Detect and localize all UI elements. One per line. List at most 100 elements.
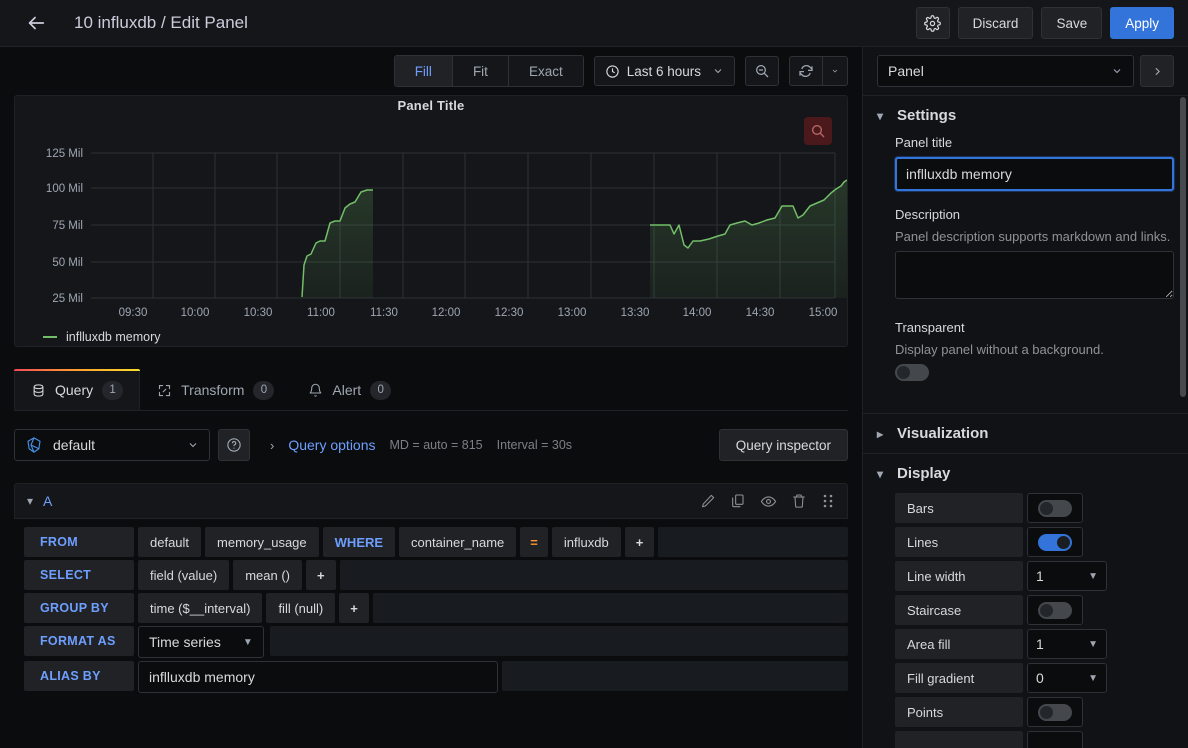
options-pane: Panel ▾ Settings Panel title inflluxdb m… (862, 47, 1188, 748)
bars-toggle-wrap[interactable] (1027, 493, 1083, 523)
back-button[interactable] (20, 7, 52, 39)
panel-type-selector[interactable]: Panel (877, 55, 1134, 87)
line-width-select[interactable]: 1 ▼ (1027, 561, 1107, 591)
lines-toggle[interactable] (1038, 533, 1072, 551)
chart-area[interactable]: 125 Mil 100 Mil 75 Mil 50 Mil 25 Mil (15, 115, 847, 305)
display-row-fill-gradient: Fill gradient 0 ▼ (895, 663, 1174, 693)
format-as-label: FORMAT AS (24, 626, 134, 656)
zoom-out-button[interactable] (745, 56, 779, 86)
section-visualization-header[interactable]: ▸ Visualization (863, 413, 1188, 453)
clock-icon (606, 64, 619, 78)
collapse-options-button[interactable] (1140, 55, 1174, 87)
group-by-label: GROUP BY (24, 593, 134, 623)
format-as-select[interactable]: Time series ▼ (138, 626, 264, 658)
datasource-label: default (53, 437, 96, 453)
tab-alert[interactable]: Alert 0 (291, 369, 408, 410)
discard-button[interactable]: Discard (957, 7, 1034, 39)
panel-title-field-block: Panel title (895, 135, 1174, 191)
where-tag-key-segment[interactable]: container_name (399, 527, 517, 557)
group-by-time-segment[interactable]: time ($__interval) (138, 593, 263, 623)
where-operator-segment[interactable]: = (520, 527, 548, 557)
panel-title-input[interactable] (895, 157, 1174, 191)
query-row-from: FROM default memory_usage WHERE containe… (24, 527, 848, 557)
section-display-header[interactable]: ▾ Display (863, 453, 1188, 493)
line-width-label: Line width (895, 561, 1023, 591)
query-row-select: SELECT field (value) mean () + (24, 560, 848, 590)
query-options-bar[interactable]: › Query options MD = auto = 815 Interval… (258, 429, 711, 461)
svg-text:25 Mil: 25 Mil (52, 293, 83, 305)
size-exact-button[interactable]: Exact (508, 56, 583, 86)
select-add-button[interactable]: + (306, 560, 336, 590)
question-circle-icon (227, 438, 241, 452)
tab-transform[interactable]: Transform 0 (140, 369, 291, 410)
staircase-toggle[interactable] (1038, 601, 1072, 619)
staircase-toggle-wrap[interactable] (1027, 595, 1083, 625)
caret-down-icon: ▼ (1088, 638, 1098, 650)
query-hide-button[interactable] (760, 493, 777, 510)
chevron-down-icon (189, 443, 197, 448)
apply-button[interactable]: Apply (1110, 7, 1174, 39)
lines-toggle-wrap[interactable] (1027, 527, 1083, 557)
visualization-toolbar: Fill Fit Exact Last 6 hours (0, 47, 862, 95)
refresh-interval-dropdown[interactable] (822, 56, 848, 86)
transparent-toggle[interactable] (895, 364, 929, 381)
fill-gradient-select[interactable]: 0 ▼ (1027, 663, 1107, 693)
gear-icon (924, 14, 941, 32)
where-add-button[interactable]: + (624, 527, 655, 557)
top-bar: 10 influxdb / Edit Panel Discard Save Ap… (0, 0, 1188, 47)
tab-transform-badge: 0 (253, 380, 275, 400)
description-field-hint: Panel description supports markdown and … (895, 229, 1171, 244)
select-agg-segment[interactable]: mean () (233, 560, 302, 590)
from-policy-segment[interactable]: default (138, 527, 202, 557)
query-editor-header: ▾ A (14, 483, 848, 519)
points-toggle-wrap[interactable] (1027, 697, 1083, 727)
tab-query[interactable]: Query 1 (14, 369, 141, 410)
query-inspector-button[interactable]: Query inspector (718, 429, 848, 461)
query-delete-button[interactable] (791, 493, 807, 509)
refresh-icon (799, 65, 813, 77)
query-options-link[interactable]: Query options (288, 437, 375, 453)
query-drag-handle[interactable] (821, 493, 835, 509)
line-width-value: 1 (1036, 568, 1044, 584)
caret-down-icon: ▼ (1088, 672, 1098, 684)
options-scrollbar-thumb[interactable] (1180, 97, 1186, 397)
description-field-label: Description (895, 207, 961, 222)
svg-text:125 Mil: 125 Mil (46, 148, 83, 160)
refresh-group (789, 56, 848, 86)
select-field-segment[interactable]: field (value) (138, 560, 230, 590)
size-fill-button[interactable]: Fill (394, 56, 453, 86)
area-fill-select[interactable]: 1 ▼ (1027, 629, 1107, 659)
edit-panel-app: 10 influxdb / Edit Panel Discard Save Ap… (0, 0, 1188, 748)
next-option-control-partial[interactable] (1027, 731, 1083, 748)
display-row-area-fill: Area fill 1 ▼ (895, 629, 1174, 659)
chart-zoom-overlay[interactable] (804, 117, 832, 145)
drag-handle-icon (823, 494, 833, 508)
group-by-add-button[interactable]: + (339, 593, 369, 623)
group-by-fill-segment[interactable]: fill (null) (266, 593, 336, 623)
save-button[interactable]: Save (1041, 7, 1103, 39)
alias-by-label: ALIAS BY (24, 661, 134, 691)
display-row-bars: Bars (895, 493, 1174, 523)
datasource-picker[interactable]: default (14, 429, 210, 461)
query-rename-button[interactable] (700, 493, 716, 509)
chart-legend[interactable]: inflluxdb memory (15, 327, 847, 346)
alias-by-input[interactable] (138, 661, 498, 693)
from-measurement-segment[interactable]: memory_usage (205, 527, 319, 557)
transform-icon (159, 384, 171, 396)
datasource-help-button[interactable] (218, 429, 250, 461)
svg-text:10:00: 10:00 (181, 307, 210, 319)
svg-text:15:00: 15:00 (809, 307, 838, 319)
options-scrollbar[interactable] (1180, 95, 1187, 748)
panel-settings-button[interactable] (915, 7, 950, 39)
size-fit-button[interactable]: Fit (452, 56, 509, 86)
section-settings-header[interactable]: ▾ Settings (863, 95, 1188, 135)
refresh-button[interactable] (789, 56, 822, 86)
points-toggle[interactable] (1038, 703, 1072, 721)
svg-text:13:30: 13:30 (621, 307, 650, 319)
time-range-picker[interactable]: Last 6 hours (593, 56, 735, 86)
description-textarea[interactable] (895, 251, 1174, 299)
where-tag-value-segment[interactable]: influxdb (551, 527, 621, 557)
bars-toggle[interactable] (1038, 499, 1072, 517)
query-collapse-toggle[interactable]: ▾ (27, 494, 33, 508)
query-duplicate-button[interactable] (730, 493, 746, 509)
